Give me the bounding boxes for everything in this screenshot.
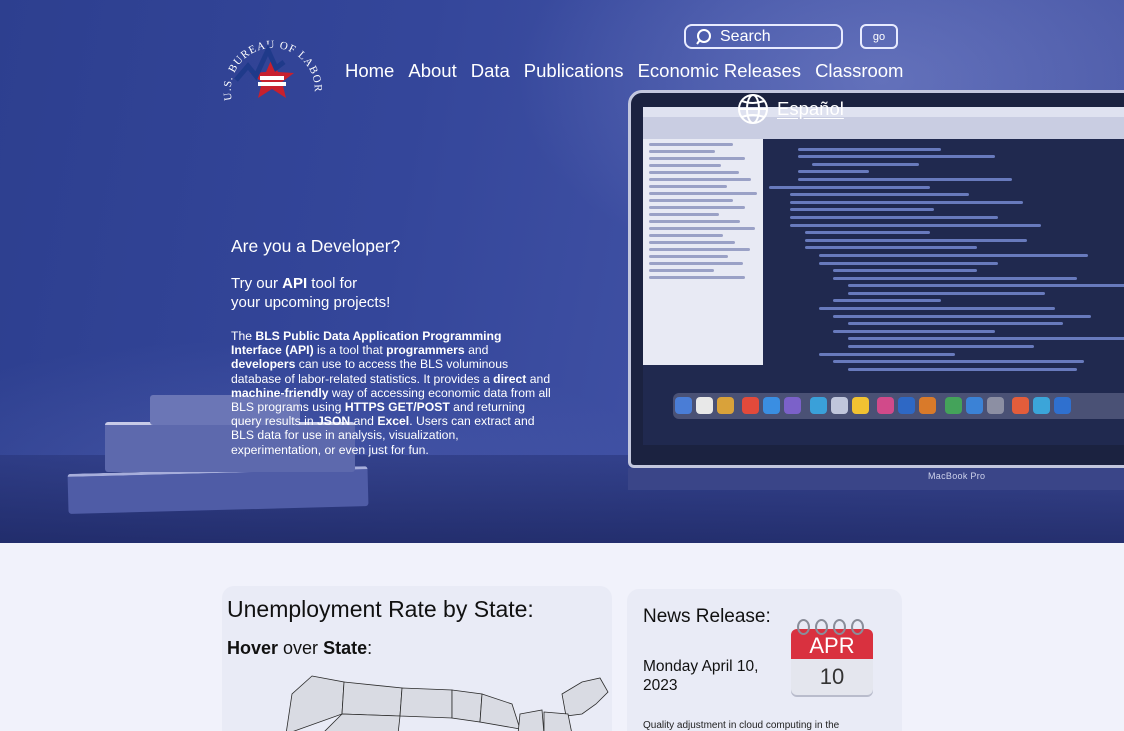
news-release-card: News Release: APR 10 Monday April 10, 20… <box>627 589 902 731</box>
screen-toolbar <box>643 117 1124 139</box>
hero-banner: MacBook Pro U.S. BUREAU OF LABOR STATIST… <box>0 0 1124 543</box>
laptop-base <box>628 468 1124 490</box>
news-title: News Release: <box>643 606 771 627</box>
state-keyword: State <box>323 638 368 658</box>
state-oh[interactable] <box>517 709 545 731</box>
api-description-emphasis: JSON <box>317 414 351 429</box>
book-decoration <box>67 466 369 514</box>
api-description-emphasis: developers <box>231 357 296 372</box>
api-description-text: is a tool that <box>313 343 387 358</box>
nav-economic-releases[interactable]: Economic Releases <box>638 60 802 82</box>
nav-data[interactable]: Data <box>471 60 510 82</box>
tagline-text: your upcoming projects! <box>231 294 391 311</box>
state-pa[interactable] <box>543 711 572 731</box>
state-mt-id[interactable] <box>341 681 403 717</box>
api-tagline: Try our API tool for your upcoming projec… <box>231 274 551 312</box>
unemployment-title: Unemployment Rate by State: <box>227 596 534 622</box>
laptop-brand-label: MacBook Pro <box>928 471 986 481</box>
hover-text: over <box>278 638 324 658</box>
tagline-text: Try our <box>231 275 283 292</box>
hover-instruction: Hover over State: <box>227 638 372 659</box>
nav-publications[interactable]: Publications <box>524 60 624 82</box>
laptop-image: MacBook Pro <box>628 90 1124 490</box>
api-keyword: API <box>282 275 308 292</box>
search-icon <box>696 28 711 45</box>
calendar-day: 10 <box>819 664 845 689</box>
api-description-text: and <box>526 371 551 386</box>
news-headline-link[interactable]: Quality adjustment in cloud computing in… <box>643 720 883 731</box>
api-description-text: and <box>464 343 489 358</box>
nav-home[interactable]: Home <box>345 60 394 82</box>
api-description-emphasis: programmers <box>386 343 465 358</box>
developer-heading: Are you a Developer? <box>231 236 401 256</box>
calendar-month: APR <box>809 633 855 658</box>
language-switch: Español <box>737 93 844 125</box>
laptop-lid <box>628 90 1124 468</box>
hover-keyword: Hover <box>227 638 279 658</box>
api-description-emphasis: HTTPS GET/POST <box>344 400 450 415</box>
us-state-map[interactable] <box>282 674 612 731</box>
search-input[interactable] <box>720 27 830 46</box>
nav-classroom[interactable]: Classroom <box>815 60 903 82</box>
search-go-button[interactable]: go <box>860 24 898 49</box>
search-box[interactable] <box>684 24 843 49</box>
nav-about[interactable]: About <box>408 60 456 82</box>
api-description: The BLS Public Data Application Programm… <box>231 329 551 457</box>
laptop-screen <box>643 107 1124 445</box>
espanol-link[interactable]: Español <box>777 98 844 120</box>
state-wi-mi[interactable] <box>479 693 521 730</box>
api-description-emphasis: machine-friendly <box>231 385 329 400</box>
bls-logo[interactable]: U.S. BUREAU OF LABOR STATISTICS <box>214 9 324 114</box>
bls-seal-icon: U.S. BUREAU OF LABOR STATISTICS <box>214 9 323 101</box>
api-description-emphasis: direct <box>493 371 527 386</box>
screen-code <box>769 143 1124 371</box>
unemployment-card: Unemployment Rate by State: Hover over S… <box>222 586 612 731</box>
api-description-text: The <box>231 329 256 343</box>
tagline-text: tool for <box>307 275 358 292</box>
api-description-text: and <box>350 414 378 429</box>
state-nd-sd[interactable] <box>399 687 453 719</box>
screen-file-tree <box>643 139 763 365</box>
state-ny-ne[interactable] <box>561 677 609 717</box>
news-date: Monday April 10, 2023 <box>643 658 759 694</box>
hover-text: : <box>367 638 373 658</box>
globe-icon <box>738 94 768 124</box>
api-description-emphasis: Excel <box>377 414 410 429</box>
screen-menubar <box>643 107 1124 117</box>
screen-dock <box>673 393 1124 419</box>
developer-section: Are you a Developer? Try our API tool fo… <box>231 236 551 457</box>
calendar-icon: APR 10 <box>791 619 873 697</box>
state-mn[interactable] <box>451 689 483 723</box>
main-nav: Home About Data Publications Economic Re… <box>345 60 903 82</box>
